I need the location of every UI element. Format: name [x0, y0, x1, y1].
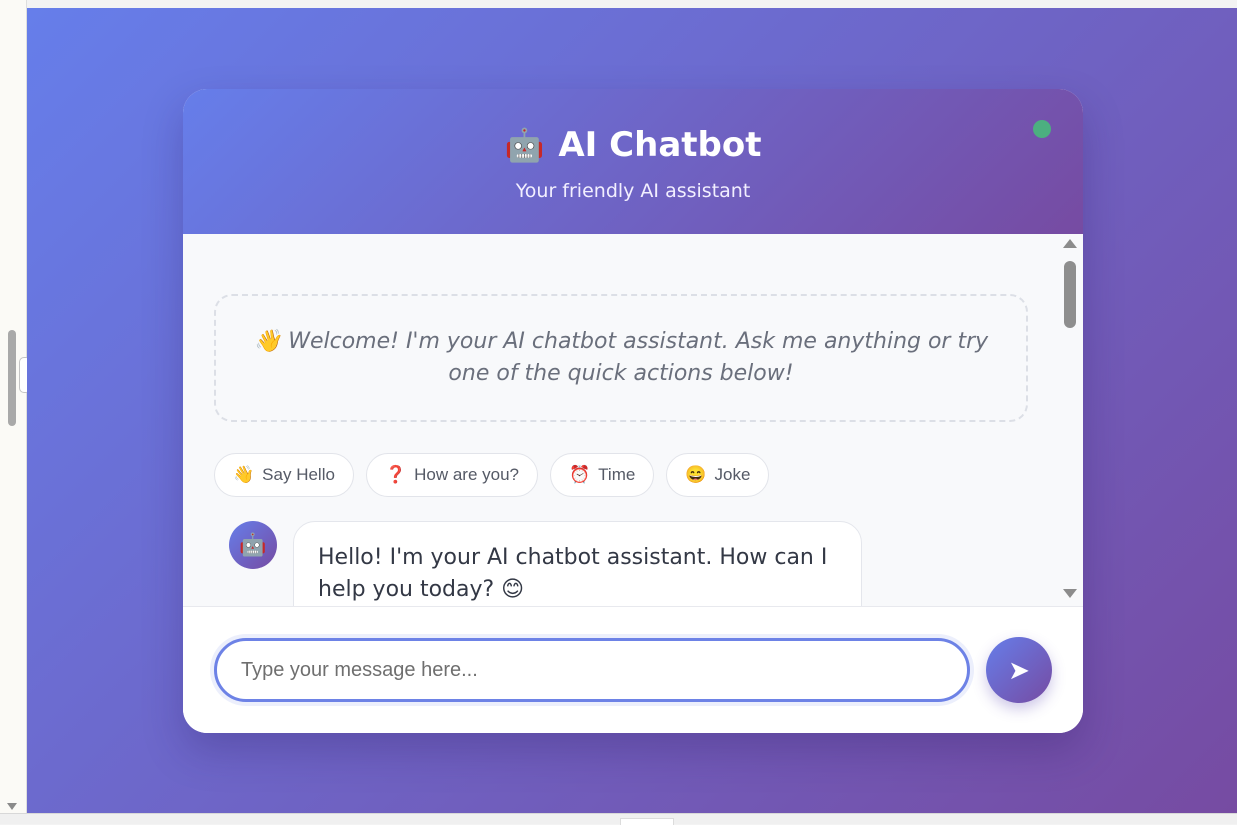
bottom-scrollbar-thumb[interactable] [620, 818, 674, 825]
robot-avatar-icon: 🤖 [239, 532, 267, 558]
quick-action-label: Time [598, 465, 636, 484]
quick-action-say-hello[interactable]: 👋 Say Hello [214, 453, 354, 497]
composer-bar: ➤ [183, 606, 1083, 733]
wave-icon: 👋 [233, 465, 255, 484]
quick-action-how-are-you[interactable]: ❓ How are you? [365, 453, 538, 497]
page-background: 🤖 AI Chatbot Your friendly AI assistant … [27, 8, 1237, 813]
send-arrow-icon: ➤ [1008, 654, 1030, 685]
online-status-dot [1033, 120, 1051, 138]
message-text: Hello! I'm your AI chatbot assistant. Ho… [318, 545, 828, 602]
alarm-clock-icon: ⏰ [569, 465, 591, 484]
message-input[interactable] [214, 638, 970, 702]
smile-icon: 😄 [685, 465, 707, 484]
send-button[interactable]: ➤ [986, 637, 1052, 703]
left-scrollbar-thumb[interactable] [8, 330, 16, 426]
chat-window: 🤖 AI Chatbot Your friendly AI assistant … [183, 89, 1083, 733]
title-row: 🤖 AI Chatbot [183, 125, 1083, 165]
scroll-down-icon[interactable] [1063, 589, 1077, 598]
quick-action-joke[interactable]: 😄 Joke [666, 453, 770, 497]
quick-action-label: How are you? [414, 465, 519, 484]
messages-area[interactable]: 👋 Welcome! I'm your AI chatbot assistant… [183, 234, 1083, 606]
robot-icon: 🤖 [504, 126, 545, 164]
chat-header: 🤖 AI Chatbot Your friendly AI assistant [183, 89, 1083, 234]
bot-avatar: 🤖 [229, 521, 277, 569]
chat-title: AI Chatbot [558, 125, 762, 165]
messages-scrollbar-thumb[interactable] [1064, 261, 1076, 328]
bottom-scrollbar-strip [0, 813, 1237, 825]
question-mark-icon: ❓ [384, 465, 407, 484]
left-panel-strip [0, 0, 31, 813]
welcome-text: 👋 Welcome! I'm your AI chatbot assistant… [253, 329, 989, 386]
quick-action-time[interactable]: ⏰ Time [550, 453, 655, 497]
quick-action-label: Say Hello [262, 465, 335, 484]
quick-actions: 👋 Say Hello ❓ How are you? ⏰ Time 😄 Joke [214, 453, 770, 497]
welcome-message: 👋 Welcome! I'm your AI chatbot assistant… [214, 294, 1028, 422]
bot-message-bubble: Hello! I'm your AI chatbot assistant. Ho… [293, 521, 862, 606]
quick-action-label: Joke [714, 465, 751, 484]
left-scroll-down-icon[interactable] [7, 803, 17, 810]
scroll-up-icon[interactable] [1063, 239, 1077, 248]
chat-subtitle: Your friendly AI assistant [515, 180, 751, 202]
